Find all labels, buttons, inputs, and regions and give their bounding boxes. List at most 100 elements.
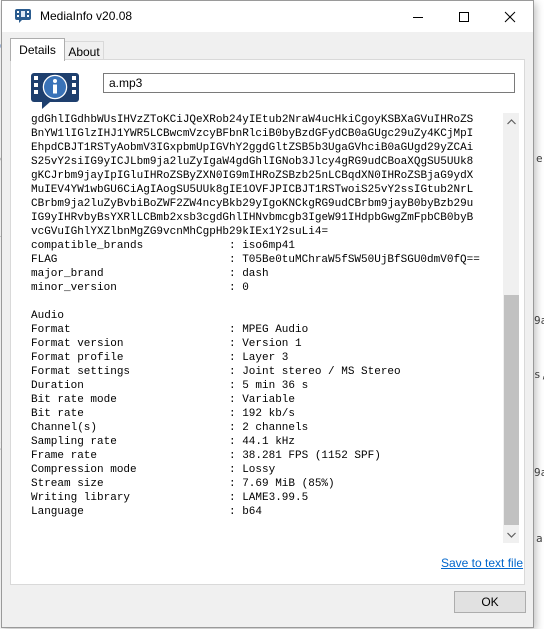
- info-text-line: BnYW1lIGlzIHJ1YWR5LCBwcmVzcyBFbnRlciB0by…: [31, 128, 474, 140]
- info-field-separator: :: [229, 282, 243, 294]
- info-field-separator: :: [229, 338, 243, 350]
- info-field-value: 2 channels: [242, 422, 309, 434]
- minimize-icon: [413, 16, 423, 18]
- info-field-separator: :: [229, 394, 243, 406]
- info-field-separator: :: [229, 436, 243, 448]
- info-field-row: Stream size: 7.69 MiB (85%): [31, 477, 501, 491]
- info-text-line: Audio: [31, 310, 65, 322]
- info-field-value: 192 kb/s: [242, 408, 296, 420]
- info-field-row: Format version: Version 1: [31, 337, 501, 351]
- info-field-separator: :: [229, 380, 243, 392]
- tab-details[interactable]: Details: [10, 38, 65, 61]
- info-field-row: compatible_brands: iso6mp41: [31, 239, 501, 253]
- info-text-line: EhpdCBJT1RSTyAobmV3IGxpbmUpIGVhY2ggdGltZ…: [31, 142, 474, 154]
- maximize-icon: [459, 11, 469, 22]
- info-text-line: CBrbm9ja2luZyBvbiBoZWF2ZW4ncyBkb29yIgoKN…: [31, 198, 474, 210]
- info-field-key: minor_version: [31, 282, 117, 294]
- maximize-button[interactable]: [441, 1, 487, 32]
- info-field-value: MPEG Audio: [242, 324, 309, 336]
- info-field-row: minor_version: 0: [31, 281, 501, 295]
- info-field-value: 7.69 MiB (85%): [242, 478, 335, 490]
- info-field-value: iso6mp41: [242, 240, 296, 252]
- info-field-separator: :: [229, 422, 243, 434]
- details-panel: gdGhlIGdhbWUsIHVzZToKCiJQeXRob24yIEtub2N…: [10, 59, 525, 585]
- mediainfo-logo-icon: [30, 70, 80, 110]
- info-field-key: Format settings: [31, 366, 131, 378]
- info-field-separator: :: [229, 506, 243, 518]
- chevron-up-icon: [507, 118, 516, 124]
- file-name-field[interactable]: [103, 73, 515, 93]
- info-field-separator: :: [229, 408, 243, 420]
- mediainfo-icon: [14, 8, 32, 24]
- window-title: MediaInfo v20.08: [40, 9, 133, 23]
- info-field-row: Channel(s): 2 channels: [31, 421, 501, 435]
- info-field-value: LAME3.99.5: [242, 492, 309, 504]
- info-field-row: Writing library: LAME3.99.5: [31, 491, 501, 505]
- background-fragment: a: [536, 532, 543, 545]
- info-field-separator: :: [229, 366, 243, 378]
- info-field-row: Format profile: Layer 3: [31, 351, 501, 365]
- info-field-separator: :: [229, 492, 243, 504]
- info-field-key: Format version: [31, 338, 124, 350]
- info-field-value: Lossy: [242, 464, 276, 476]
- title-bar[interactable]: MediaInfo v20.08: [2, 1, 533, 32]
- info-field-key: Format: [31, 324, 71, 336]
- info-field-separator: :: [229, 240, 243, 252]
- info-field-key: Compression mode: [31, 464, 137, 476]
- info-text-area[interactable]: gdGhlIGdhbWUsIHVzZToKCiJQeXRob24yIEtub2N…: [25, 113, 519, 543]
- info-field-row: FLAG: T05Be0tuMChraW5fSW50UjBfSGU0dmV0fQ…: [31, 253, 501, 267]
- tab-about[interactable]: About: [64, 41, 104, 61]
- info-field-row: Sampling rate: 44.1 kHz: [31, 435, 501, 449]
- info-field-key: Stream size: [31, 478, 104, 490]
- info-field-row: Language: b64: [31, 505, 501, 519]
- info-text-line: gKCJrbm9jayIpIGluIHRoZSByZXN0IG9mIHRoZSB…: [31, 170, 474, 182]
- info-field-value: b64: [242, 506, 263, 518]
- info-field-value: Joint stereo / MS Stereo: [242, 366, 401, 378]
- mediainfo-window: MediaInfo v20.08 Details About a.mp3 gdG…: [1, 0, 534, 628]
- ok-button[interactable]: OK: [454, 591, 526, 613]
- info-field-row: Duration: 5 min 36 s: [31, 379, 501, 393]
- scroll-down-button[interactable]: [503, 526, 519, 543]
- info-field-key: Bit rate mode: [31, 394, 117, 406]
- info-field-key: Bit rate: [31, 408, 84, 420]
- scroll-thumb[interactable]: [504, 295, 519, 525]
- info-text-line: vcGVuIGhlYXZlbnMgZG9vcnMhCgpHb29kIEx1Y2s…: [31, 226, 329, 238]
- info-text-line: [31, 295, 501, 309]
- info-field-key: Sampling rate: [31, 436, 117, 448]
- info-field-key: Format profile: [31, 352, 124, 364]
- info-field-key: Writing library: [31, 492, 131, 504]
- info-field-value: 44.1 kHz: [242, 436, 296, 448]
- info-field-separator: :: [229, 478, 243, 490]
- info-field-value: 0: [242, 282, 249, 294]
- info-field-key: Frame rate: [31, 450, 98, 462]
- vertical-scrollbar[interactable]: [503, 113, 519, 543]
- scroll-up-button[interactable]: [503, 113, 519, 130]
- info-field-key: major_brand: [31, 268, 104, 280]
- info-text-line: gdGhlIGdhbWUsIHVzZToKCiJQeXRob24yIEtub2N…: [31, 114, 474, 126]
- info-field-value: dash: [242, 268, 269, 280]
- info-field-row: Frame rate: 38.281 FPS (1152 SPF): [31, 449, 501, 463]
- background-fragment: 9a: [534, 466, 544, 479]
- background-fragment: s,: [534, 368, 544, 381]
- info-text-line: MuIEV4YW1wbGU6CiAgIAogSU5UUk8gIE1OVFJPIC…: [31, 184, 474, 196]
- info-field-key: Language: [31, 506, 84, 518]
- background-fragment: 9a: [534, 314, 544, 327]
- info-field-row: Compression mode: Lossy: [31, 463, 501, 477]
- close-icon: [504, 11, 516, 22]
- info-field-value: 38.281 FPS (1152 SPF): [242, 450, 381, 462]
- minimize-button[interactable]: [395, 1, 441, 32]
- info-field-value: Layer 3: [242, 352, 289, 364]
- info-field-row: Format settings: Joint stereo / MS Stere…: [31, 365, 501, 379]
- info-field-value: T05Be0tuMChraW5fSW50UjBfSGU0dmV0fQ==: [242, 254, 480, 266]
- info-field-value: Version 1: [242, 338, 302, 350]
- info-field-separator: :: [229, 450, 243, 462]
- info-field-value: 5 min 36 s: [242, 380, 309, 392]
- close-button[interactable]: [487, 1, 533, 32]
- save-to-text-file-link[interactable]: Save to text file: [441, 556, 523, 570]
- info-field-separator: :: [229, 254, 243, 266]
- info-field-key: Channel(s): [31, 422, 98, 434]
- chevron-down-icon: [507, 532, 516, 538]
- info-field-key: FLAG: [31, 254, 58, 266]
- info-field-separator: :: [229, 464, 243, 476]
- info-field-row: major_brand: dash: [31, 267, 501, 281]
